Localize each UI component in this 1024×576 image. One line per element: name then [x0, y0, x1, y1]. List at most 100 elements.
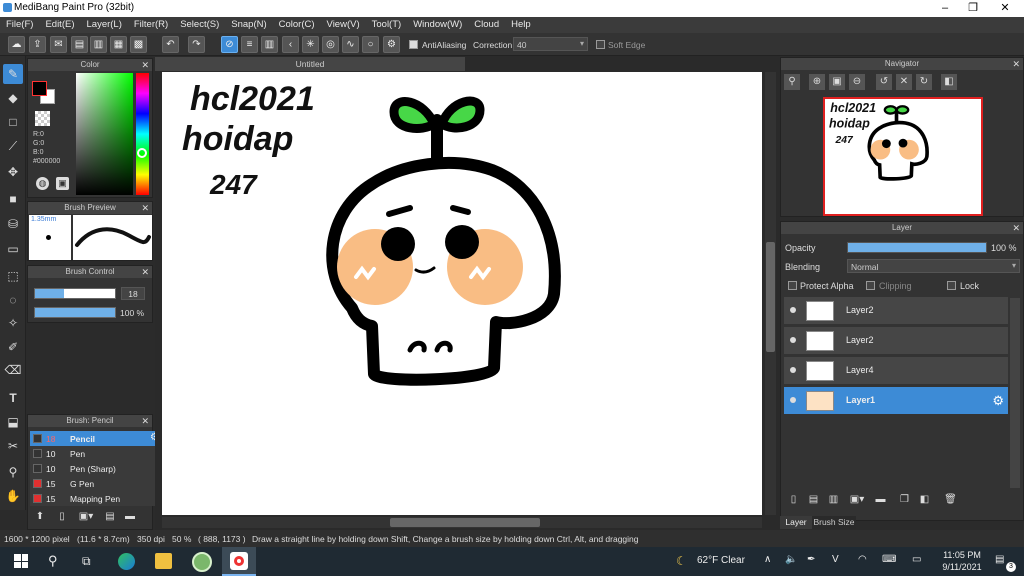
delete-layer-icon[interactable]: 🗑 [943, 492, 958, 507]
cloud-icon[interactable]: ☁ [8, 36, 25, 53]
keyboard-icon[interactable]: ⌨ [882, 554, 896, 565]
menu-help[interactable]: Help [505, 17, 537, 33]
comment-icon[interactable]: ✉ [50, 36, 67, 53]
close-icon[interactable]: ✕ [141, 59, 149, 71]
brush-item-pen-sharp[interactable]: 10 Pen (Sharp) [30, 461, 162, 476]
saturation-value-picker[interactable] [76, 73, 133, 195]
menu-view[interactable]: View(V) [321, 17, 366, 33]
correction-select[interactable]: 40 ▾ [513, 37, 588, 51]
protect-alpha-checkbox[interactable] [788, 281, 797, 292]
edge-browser-icon[interactable] [118, 553, 135, 570]
notification-icon[interactable]: ▤ [995, 554, 1004, 565]
lasso-tool-icon[interactable]: ◌ [3, 290, 23, 310]
menu-layer[interactable]: Layer(L) [81, 17, 128, 33]
menu-file[interactable]: File(F) [0, 17, 39, 33]
blending-select[interactable]: Normal ▾ [847, 259, 1020, 273]
vertical-scroll-thumb[interactable] [766, 242, 775, 352]
horizontal-scroll-thumb[interactable] [390, 518, 540, 527]
text-tool-icon[interactable]: T [3, 388, 23, 408]
color-history-icon[interactable]: ▣ [56, 177, 69, 190]
restore-icon[interactable]: ❐ [958, 0, 988, 17]
select-tool-icon[interactable]: ⬚ [3, 266, 23, 286]
parallel-snap-icon[interactable]: ≡ [241, 36, 258, 53]
brush-opacity-slider[interactable] [34, 307, 116, 318]
snap-off-icon[interactable]: ⊘ [221, 36, 238, 53]
menu-snap[interactable]: Snap(N) [225, 17, 272, 33]
select-eraser-tool-icon[interactable]: ⌫ [3, 360, 23, 380]
document-icon[interactable]: ▤ [71, 36, 88, 53]
brush-menu-icon[interactable]: ▣▾ [76, 509, 96, 525]
brush-settings-icon[interactable]: ▤ [102, 509, 118, 525]
eye-icon[interactable] [790, 367, 796, 373]
close-icon[interactable]: ✕ [990, 0, 1020, 17]
weather-text[interactable]: 62°F Clear [697, 555, 745, 566]
radial-snap-icon[interactable]: ✳ [302, 36, 319, 53]
brush-size-value[interactable]: 18 [121, 287, 145, 300]
duplicate-layer-icon[interactable]: ❐ [897, 492, 912, 507]
circle-snap-icon[interactable]: ◎ [322, 36, 339, 53]
menu-tool[interactable]: Tool(T) [366, 17, 408, 33]
select-pen-tool-icon[interactable]: ✐ [3, 337, 23, 357]
upload-icon[interactable]: ⇪ [29, 36, 46, 53]
new-layer-icon[interactable]: ▯ [786, 492, 801, 507]
task-view-icon[interactable]: ⧉ [82, 554, 91, 569]
redo-icon[interactable]: ↷ [188, 36, 205, 53]
grid-icon[interactable]: ▩ [130, 36, 147, 53]
layer-row-selected[interactable]: Layer1 ⚙ [784, 387, 1008, 415]
gradient-tool-icon[interactable]: ▭ [3, 239, 23, 259]
tab-layer[interactable]: Layer [780, 516, 812, 529]
medibang-taskbar-button[interactable] [222, 547, 256, 576]
brush-tool-icon[interactable]: ✎ [3, 64, 23, 84]
layer-opacity-slider[interactable] [847, 242, 987, 253]
layer-row[interactable]: Layer2 [784, 327, 1008, 355]
pen-icon[interactable]: ✒ [807, 554, 815, 565]
zoom-in-icon[interactable]: ⊕ [809, 74, 825, 90]
menu-window[interactable]: Window(W) [407, 17, 468, 33]
app-pinned-icon[interactable] [192, 552, 212, 572]
antialias-checkbox[interactable] [409, 40, 418, 51]
windows-start-icon[interactable] [14, 554, 28, 568]
mirror-icon[interactable]: ◧ [941, 74, 957, 90]
page-icon[interactable]: ▥ [90, 36, 107, 53]
folder-icon[interactable]: ▬ [122, 509, 138, 525]
close-icon[interactable]: ✕ [141, 415, 149, 427]
menu-edit[interactable]: Edit(E) [39, 17, 80, 33]
ellipse-snap-icon[interactable]: ○ [362, 36, 379, 53]
fit-icon[interactable]: ▣ [829, 74, 845, 90]
flip-icon[interactable]: ✕ [896, 74, 912, 90]
clock-date[interactable]: 9/11/2021 [940, 562, 984, 572]
layer-row[interactable]: Layer2 [784, 297, 1008, 325]
speaker-icon[interactable]: 🔈 [785, 554, 797, 565]
menu-select[interactable]: Select(S) [174, 17, 225, 33]
file-explorer-icon[interactable] [155, 553, 172, 569]
vertical-scrollbar[interactable] [765, 72, 776, 515]
magic-wand-tool-icon[interactable]: ✧ [3, 313, 23, 333]
hand-tool-icon[interactable]: ✋ [3, 486, 23, 506]
document-tab[interactable]: Untitled [155, 57, 465, 71]
zoom-search-icon[interactable]: ⚲ [784, 74, 800, 90]
horizontal-scrollbar[interactable] [162, 517, 762, 528]
new-brush-icon[interactable]: ▯ [54, 509, 70, 525]
close-icon[interactable]: ✕ [141, 266, 149, 278]
clipping-checkbox[interactable] [866, 281, 875, 292]
hue-slider[interactable] [136, 73, 149, 195]
drawing-canvas[interactable]: hcl2021 hoidap 247 [162, 72, 762, 515]
vanish-snap-icon[interactable]: ‹ [282, 36, 299, 53]
close-icon[interactable]: ✕ [141, 202, 149, 214]
operation-tool-icon[interactable]: ⬓ [3, 412, 23, 432]
eye-icon[interactable] [790, 397, 796, 403]
new-halftone-layer-icon[interactable]: ▤ [806, 492, 821, 507]
wifi-icon[interactable]: ◠ [858, 554, 867, 565]
move-tool-icon[interactable]: ✥ [3, 162, 23, 182]
cross-snap-icon[interactable]: ▥ [261, 36, 278, 53]
divide-tool-icon[interactable]: ✂ [3, 436, 23, 456]
tab-brush-size[interactable]: Brush Size [812, 516, 856, 529]
menu-cloud[interactable]: Cloud [468, 17, 505, 33]
eraser-tool-icon[interactable]: ◆ [3, 88, 23, 108]
eyedropper-tool-icon[interactable]: ⚲ [3, 462, 23, 482]
bucket-tool-icon[interactable]: ⛁ [3, 214, 23, 234]
menu-color[interactable]: Color(C) [273, 17, 321, 33]
minimize-icon[interactable]: – [930, 0, 960, 17]
settings-icon[interactable]: ⚙ [383, 36, 400, 53]
rotate-left-icon[interactable]: ↺ [876, 74, 892, 90]
